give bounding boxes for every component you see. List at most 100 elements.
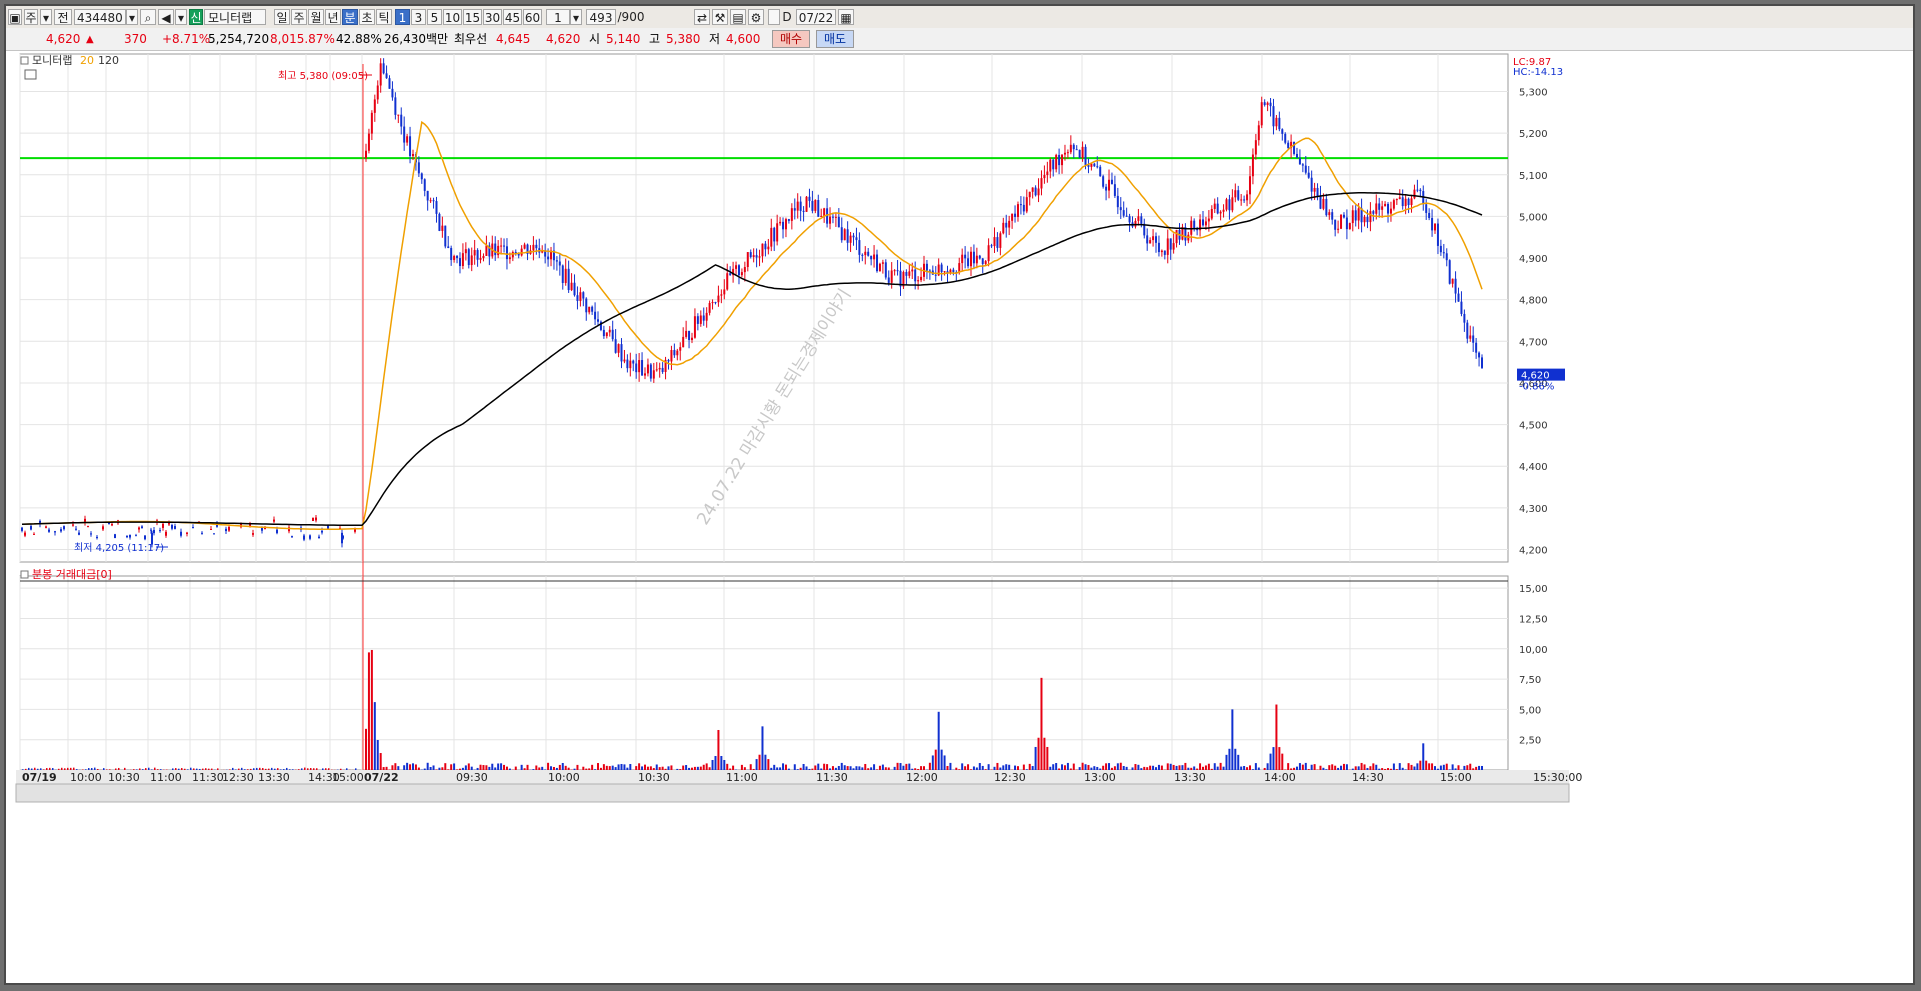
candle-body: [1204, 221, 1207, 226]
volume-bar: [1425, 760, 1428, 770]
candle-body: [702, 315, 705, 321]
volume-bar: [37, 768, 39, 770]
candle-body: [1049, 159, 1052, 172]
candle-body: [1481, 357, 1483, 368]
volume-bar: [1160, 765, 1163, 770]
candle-body: [273, 519, 275, 522]
candle-body: [403, 126, 406, 143]
volume-bar: [978, 763, 981, 770]
volume-bar: [1398, 763, 1401, 770]
volume-bar: [987, 764, 990, 770]
volume-bar: [355, 768, 357, 770]
volume-bar: [438, 767, 441, 770]
volume-bar: [391, 765, 394, 770]
candle-body: [376, 85, 379, 100]
volume-bar: [867, 768, 870, 770]
candle-body: [1234, 190, 1237, 198]
volume-bar: [46, 768, 48, 770]
volume-bar: [1457, 765, 1460, 770]
volume-bar: [1254, 763, 1257, 770]
candle-body: [24, 532, 26, 536]
candle-body: [1075, 149, 1078, 151]
candle-body: [837, 216, 840, 228]
candle-body: [858, 240, 861, 255]
candle-body: [1014, 213, 1017, 217]
volume-bar: [1310, 764, 1313, 770]
volume-bar: [629, 764, 632, 770]
volume-bar: [82, 769, 84, 770]
candle-body: [261, 527, 263, 531]
candle-body: [1213, 203, 1216, 210]
candle-body: [1442, 252, 1445, 254]
high-note: 최고 5,380 (09:05): [278, 70, 368, 82]
candle-body: [1281, 129, 1284, 134]
volume-bar: [467, 763, 470, 770]
volume-bar: [1436, 768, 1439, 770]
volume-bar: [414, 764, 417, 770]
volume-bar: [946, 765, 949, 770]
candle-body: [1081, 146, 1084, 159]
candle-body: [1128, 216, 1131, 223]
volume-bar: [717, 729, 720, 770]
volume-bar: [623, 764, 626, 770]
volume-bar: [148, 767, 150, 770]
volume-bar: [28, 767, 30, 770]
candle-body: [1110, 179, 1113, 185]
volume-bar: [784, 764, 787, 770]
volume-bar: [1099, 768, 1102, 770]
candle-body: [641, 360, 644, 376]
volume-bar: [52, 768, 54, 770]
candle-body: [48, 529, 50, 532]
candle-body: [201, 532, 203, 534]
volume-bar: [752, 768, 755, 770]
volume-bar: [1304, 762, 1307, 770]
price-tick-label: 4,500: [1519, 421, 1548, 432]
candle-body: [1190, 220, 1193, 235]
volume-bar: [1175, 765, 1178, 770]
volume-bar: [802, 763, 805, 770]
volume-bar: [776, 767, 779, 770]
candle-body: [761, 243, 764, 257]
candle-body: [605, 332, 608, 337]
volume-bar: [690, 767, 693, 770]
candle-body: [505, 246, 508, 260]
volume-bar: [1263, 767, 1266, 770]
volume-bar: [1466, 765, 1469, 770]
candle-body: [447, 246, 450, 249]
candle-body: [532, 244, 535, 251]
candle-body: [1263, 102, 1266, 106]
candle-body: [573, 282, 576, 296]
candle-body: [1387, 203, 1390, 214]
candle-body: [614, 339, 617, 353]
volume-bar: [1216, 766, 1219, 770]
chart-canvas[interactable]: 07/19 10:00 10:30 11:00 11:3012:30 13:30 14:30…: [6, 6, 1913, 983]
volume-bar: [758, 754, 761, 770]
volume-bar: [1113, 766, 1116, 770]
current-rate-text: -0.86%: [1519, 382, 1554, 393]
candle-body: [1207, 218, 1210, 222]
volume-bar: [931, 755, 934, 770]
candle-body: [1316, 187, 1319, 197]
volume-bar: [1334, 765, 1337, 770]
x-tick-label: 13:30: [1174, 771, 1206, 784]
candle-body: [564, 268, 567, 283]
candle-body: [591, 306, 594, 312]
candle-body: [1231, 197, 1234, 211]
volume-bar: [1199, 763, 1202, 770]
candle-body: [1322, 198, 1325, 209]
volume-bar: [1119, 762, 1122, 770]
volume-bar: [928, 762, 931, 770]
volume-bar: [996, 762, 999, 770]
volume-bar: [485, 765, 488, 770]
candle-body: [141, 526, 143, 529]
candle-body: [33, 533, 35, 535]
x-tick-label: 12:30: [222, 771, 254, 784]
grid-toggle-icon: [24, 69, 37, 80]
volume-bar: [696, 766, 699, 770]
volume-bar: [870, 767, 873, 770]
candle-body: [649, 364, 652, 379]
volume-bar: [1187, 767, 1190, 770]
candle-body: [567, 268, 570, 291]
volume-bar: [322, 768, 324, 770]
candle-body: [555, 260, 558, 262]
